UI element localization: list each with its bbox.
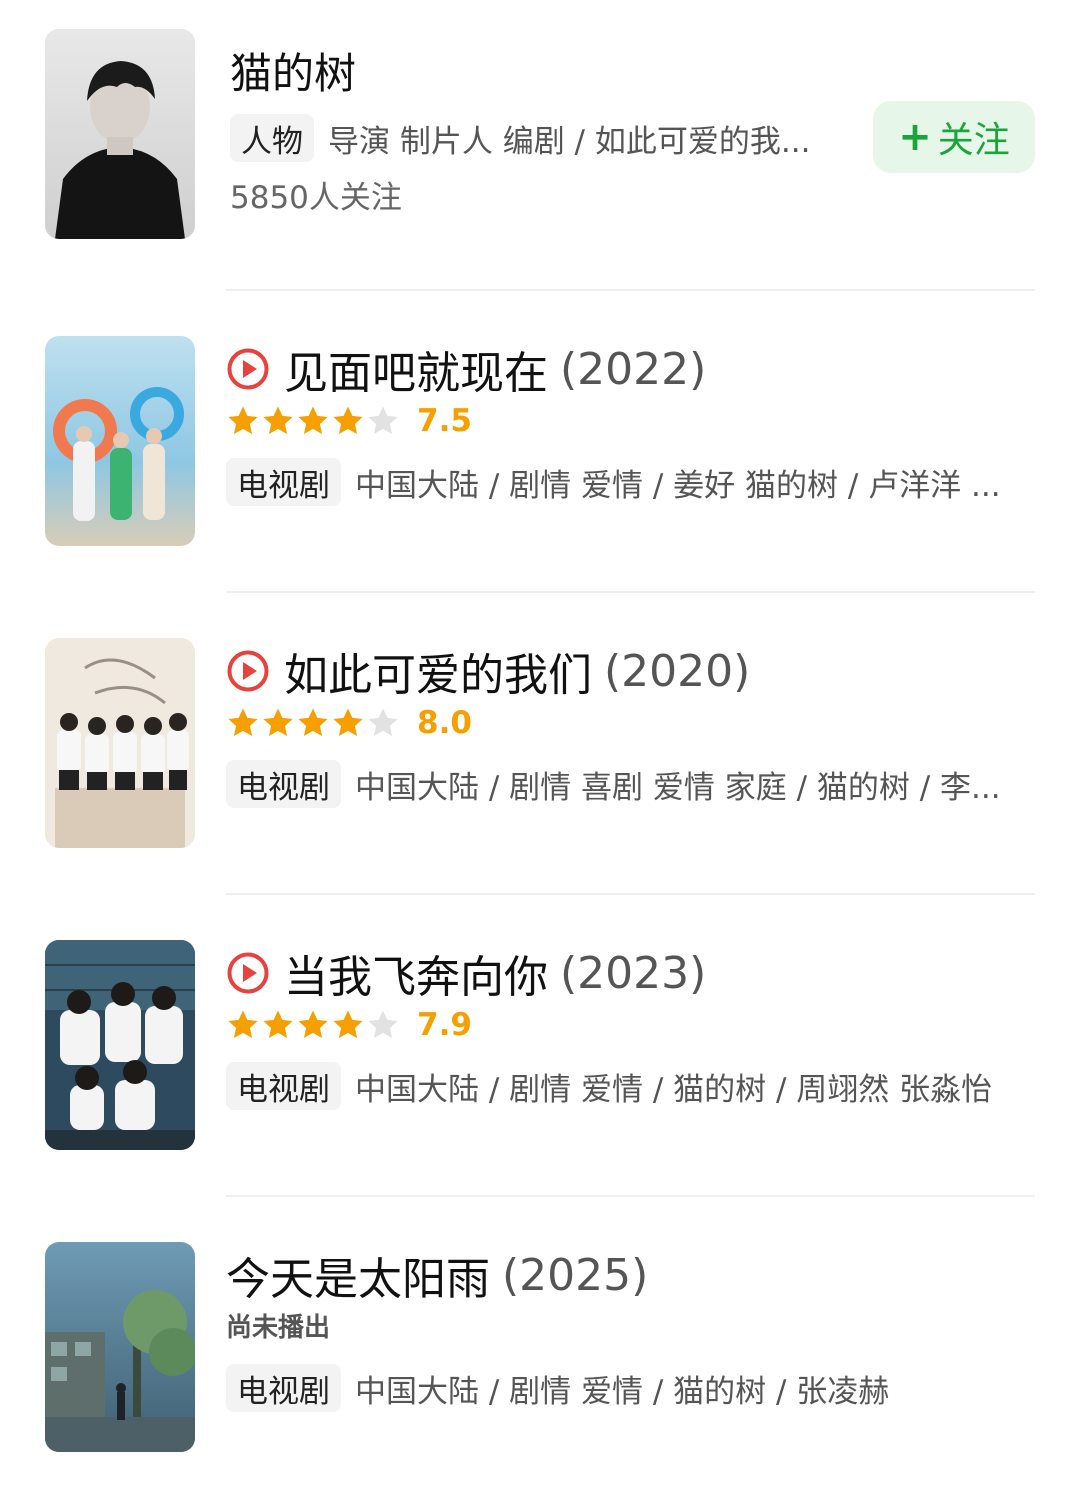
- work-meta: 电视剧 中国大陆 / 剧情 爱情 / 姜好 猫的树 / 卢洋洋 ...: [226, 458, 1001, 506]
- work-meta: 电视剧 中国大陆 / 剧情 喜剧 爱情 家庭 / 猫的树 / 李...: [226, 760, 1001, 808]
- work-title: 见面吧就现在: [284, 348, 548, 399]
- star-filled-icon: [263, 1010, 293, 1039]
- star-filled-icon: [228, 1010, 258, 1039]
- work-type-tag: 电视剧: [226, 760, 341, 808]
- work-poster[interactable]: [45, 638, 195, 848]
- work-title-row[interactable]: 如此可爱的我们 (2020): [226, 640, 750, 702]
- play-icon[interactable]: [226, 649, 270, 693]
- work-meta: 电视剧 中国大陆 / 剧情 爱情 / 猫的树 / 张凌赫: [226, 1364, 889, 1412]
- work-type-tag: 电视剧: [226, 458, 341, 506]
- work-item[interactable]: 今天是太阳雨 (2025) 尚未播出 电视剧 中国大陆 / 剧情 爱情 / 猫的…: [0, 1208, 1080, 1510]
- person-type-tag: 人物: [230, 114, 314, 162]
- work-meta: 电视剧 中国大陆 / 剧情 爱情 / 猫的树 / 周翊然 张淼怡: [226, 1062, 992, 1110]
- star-empty-icon: [368, 1010, 398, 1039]
- air-status: 尚未播出: [226, 1313, 331, 1343]
- work-item[interactable]: 如此可爱的我们 (2020) 8.0 电视剧 中国大陆 / 剧情 喜剧 爱情 家…: [0, 604, 1080, 906]
- work-year: (2022): [560, 343, 707, 395]
- work-poster[interactable]: [45, 940, 195, 1150]
- star-filled-icon: [298, 1010, 328, 1039]
- work-rating: 7.9: [226, 1005, 472, 1045]
- work-year: (2020): [604, 645, 751, 697]
- work-title: 今天是太阳雨: [226, 1254, 490, 1305]
- follower-count: 5850人关注: [230, 180, 402, 216]
- work-meta-text: 中国大陆 / 剧情 爱情 / 猫的树 / 张凌赫: [355, 1373, 890, 1410]
- person-name[interactable]: 猫的树: [230, 46, 356, 102]
- divider: [226, 591, 1035, 593]
- rating-score: 7.9: [417, 1007, 472, 1043]
- star-rating: [226, 706, 401, 740]
- star-filled-icon: [298, 708, 328, 737]
- star-filled-icon: [263, 406, 293, 435]
- divider: [226, 893, 1035, 895]
- work-type-tag: 电视剧: [226, 1364, 341, 1412]
- work-year: (2023): [560, 947, 707, 999]
- work-type-tag: 电视剧: [226, 1062, 341, 1110]
- work-poster[interactable]: [45, 1242, 195, 1452]
- star-filled-icon: [298, 406, 328, 435]
- star-filled-icon: [228, 406, 258, 435]
- star-filled-icon: [333, 406, 363, 435]
- follow-button-label: 关注: [937, 120, 1010, 161]
- work-meta-text: 中国大陆 / 剧情 爱情 / 猫的树 / 周翊然 张淼怡: [355, 1071, 993, 1108]
- play-icon[interactable]: [226, 951, 270, 995]
- divider: [226, 289, 1035, 291]
- divider: [226, 1195, 1035, 1197]
- work-title-row[interactable]: 当我飞奔向你 (2023): [226, 942, 706, 1004]
- work-poster[interactable]: [45, 336, 195, 546]
- work-year: (2025): [502, 1249, 649, 1301]
- star-filled-icon: [333, 708, 363, 737]
- star-filled-icon: [263, 708, 293, 737]
- person-roles: 导演 制片人 编剧 / 如此可爱的我...: [328, 123, 811, 160]
- work-rating: 7.5: [226, 401, 472, 441]
- follow-button[interactable]: + 关注: [873, 101, 1035, 173]
- person-avatar[interactable]: [45, 29, 195, 239]
- work-title-row[interactable]: 今天是太阳雨 (2025): [226, 1244, 648, 1306]
- work-item[interactable]: 见面吧就现在 (2022) 7.5 电视剧 中国大陆 / 剧情 爱情 / 姜好 …: [0, 302, 1080, 604]
- play-icon[interactable]: [226, 347, 270, 391]
- plus-icon: +: [898, 114, 932, 160]
- work-meta-text: 中国大陆 / 剧情 喜剧 爱情 家庭 / 猫的树 / 李...: [355, 769, 1001, 806]
- work-rating: 8.0: [226, 703, 472, 743]
- star-empty-icon: [368, 708, 398, 737]
- work-title: 当我飞奔向你: [284, 952, 548, 1003]
- work-title: 如此可爱的我们: [284, 650, 592, 701]
- star-filled-icon: [228, 708, 258, 737]
- rating-score: 7.5: [417, 403, 472, 439]
- work-item[interactable]: 当我飞奔向你 (2023) 7.9 电视剧 中国大陆 / 剧情 爱情 / 猫的树…: [0, 906, 1080, 1208]
- star-empty-icon: [368, 406, 398, 435]
- rating-score: 8.0: [417, 705, 472, 741]
- star-filled-icon: [333, 1010, 363, 1039]
- person-card[interactable]: 猫的树 人物 导演 制片人 编剧 / 如此可爱的我... 5850人关注 + 关…: [0, 0, 1080, 290]
- work-title-row[interactable]: 见面吧就现在 (2022): [226, 338, 706, 400]
- star-rating: [226, 1008, 401, 1042]
- person-meta: 人物 导演 制片人 编剧 / 如此可爱的我...: [230, 114, 810, 162]
- star-rating: [226, 404, 401, 438]
- work-meta-text: 中国大陆 / 剧情 爱情 / 姜好 猫的树 / 卢洋洋 ...: [355, 467, 1001, 504]
